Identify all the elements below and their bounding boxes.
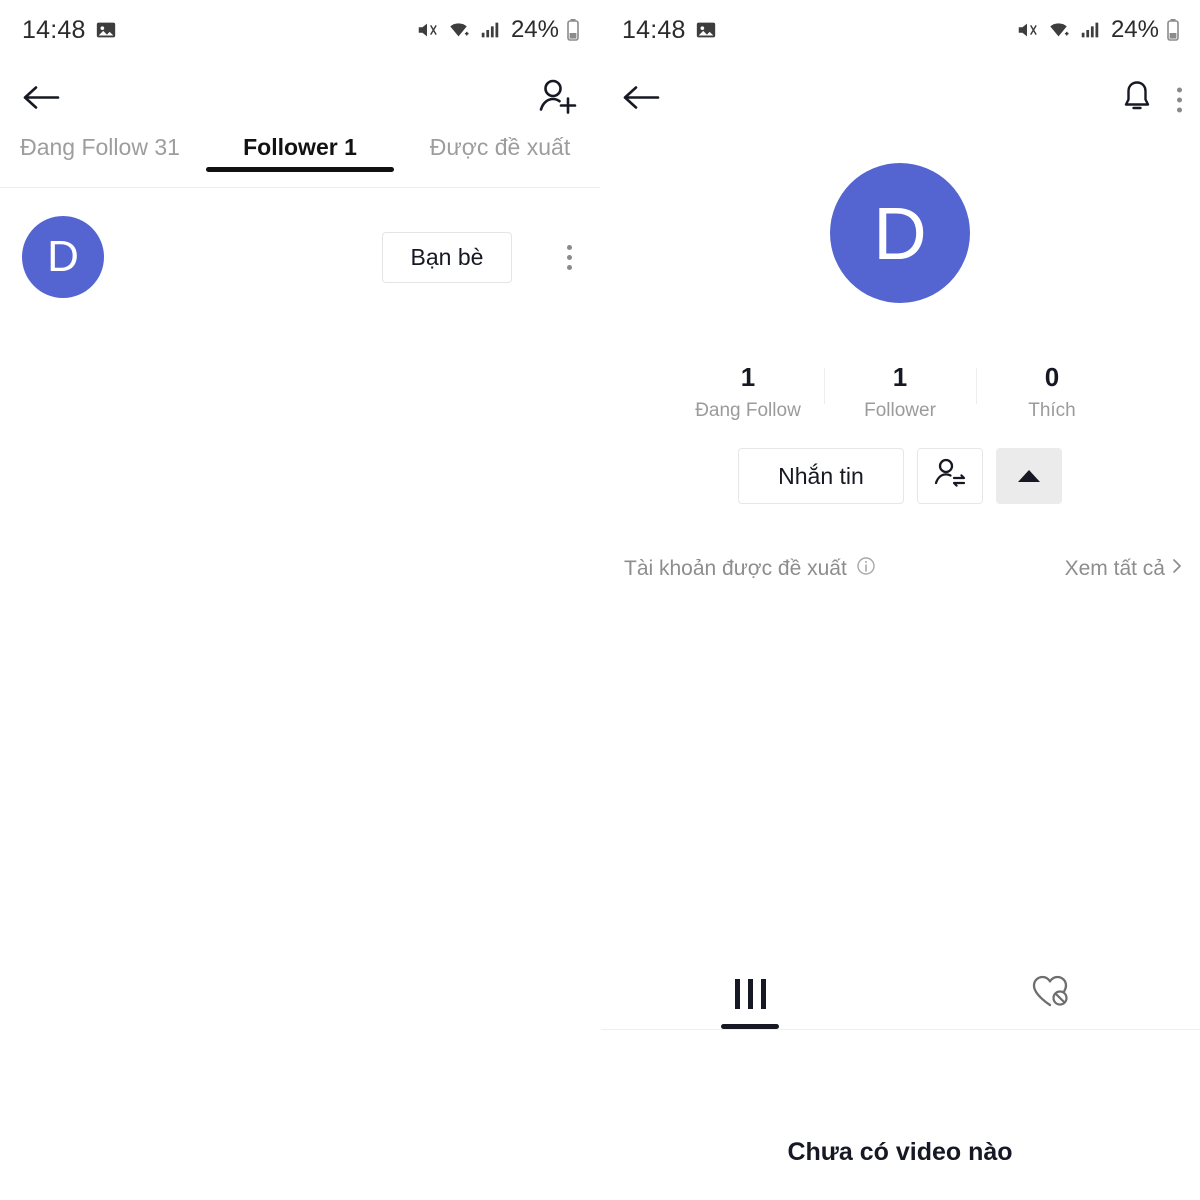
tab-duoc-de-xuat-label: Được đề xuất — [429, 134, 571, 160]
suggested-accounts-header: Tài khoản được đề xuất Xem tất cả — [600, 552, 1200, 586]
status-bar-right: 14:48 24% — [600, 0, 1200, 60]
back-button[interactable] — [620, 82, 662, 119]
back-button[interactable] — [20, 82, 62, 119]
follower-list-item[interactable]: D Bạn bè — [0, 212, 600, 302]
profile-action-buttons: Nhắn tin — [738, 448, 1062, 504]
tab-follower[interactable]: Follower 1 — [200, 130, 400, 172]
see-all-link[interactable]: Xem tất cả — [1065, 557, 1184, 581]
tab-follower-label: Follower 1 — [243, 134, 357, 160]
left-nav-bar — [0, 60, 600, 140]
tab-liked[interactable] — [900, 958, 1200, 1029]
triangle-up-icon — [1018, 470, 1040, 482]
stat-dang-follow[interactable]: 1 Đang Follow — [672, 362, 824, 422]
person-swap-icon — [932, 457, 968, 496]
follow-back-button[interactable] — [917, 448, 983, 504]
profile-stats: 1 Đang Follow 1 Follower 0 Thích — [600, 362, 1200, 422]
wifi-icon — [1046, 19, 1071, 41]
wifi-icon — [446, 19, 471, 41]
left-nav-actions — [536, 77, 582, 124]
stat-follower[interactable]: 1 Follower — [824, 362, 976, 422]
status-bar-clock: 14:48 — [22, 15, 86, 44]
empty-state-message: Chưa có video nào — [787, 1138, 1013, 1166]
panel-divider — [600, 0, 601, 1200]
screenshot-stage: 14:48 24% Đang Follow 31 Follower 1 Được… — [0, 0, 1200, 1200]
signal-icon — [478, 19, 502, 41]
stat-thich-label: Thích — [1028, 400, 1076, 421]
mute-icon — [415, 19, 439, 41]
stat-dang-follow-label: Đang Follow — [695, 400, 801, 421]
profile-content-tabs — [600, 958, 1200, 1030]
avatar: D — [22, 216, 104, 298]
suggested-accounts-title: Tài khoản được đề xuất — [624, 557, 847, 580]
image-icon — [695, 19, 717, 41]
battery-icon — [1166, 18, 1180, 42]
add-person-icon[interactable] — [536, 77, 582, 124]
expand-button[interactable] — [996, 448, 1062, 504]
status-bar-clock-2: 14:48 — [622, 15, 686, 44]
grid-icon — [731, 978, 770, 1009]
stat-thich-value: 0 — [1044, 362, 1060, 392]
right-nav-actions — [1119, 78, 1182, 123]
heart-slash-icon — [1028, 971, 1072, 1016]
status-bar-left-group: 14:48 — [22, 16, 117, 45]
status-bar-right-group-2: 24% — [1015, 16, 1180, 44]
status-bar-left: 14:48 24% — [0, 0, 600, 60]
status-bar-right-group: 24% — [415, 16, 580, 44]
tab-active-underline — [206, 167, 394, 172]
chevron-right-icon — [1170, 557, 1184, 581]
bell-icon[interactable] — [1119, 78, 1155, 123]
image-icon — [95, 19, 117, 41]
status-bar-left-group-2: 14:48 — [622, 16, 717, 45]
mute-icon — [1015, 19, 1039, 41]
friend-status-button[interactable]: Bạn bè — [382, 231, 512, 283]
tab-duoc-de-xuat[interactable]: Được đề xuất — [400, 130, 600, 161]
content-tab-underline — [721, 1024, 779, 1029]
battery-percent-label-2: 24% — [1110, 16, 1159, 43]
kebab-menu-icon[interactable] — [567, 240, 572, 275]
battery-icon — [566, 18, 580, 42]
signal-icon — [1078, 19, 1102, 41]
stat-thich[interactable]: 0 Thích — [976, 362, 1128, 422]
battery-percent-label: 24% — [510, 16, 559, 43]
right-nav-bar — [600, 60, 1200, 140]
see-all-label: Xem tất cả — [1064, 557, 1165, 580]
suggested-accounts-title-group: Tài khoản được đề xuất — [624, 556, 876, 582]
info-icon[interactable] — [856, 556, 876, 582]
kebab-menu-icon[interactable] — [1177, 83, 1182, 118]
tab-dang-follow[interactable]: Đang Follow 31 — [0, 130, 200, 161]
stat-follower-value: 1 — [892, 362, 908, 392]
right-screen-profile: 14:48 24% D 1 Đang Follow 1 Follower 0 T… — [600, 0, 1200, 1200]
tab-videos[interactable] — [600, 958, 900, 1029]
follow-tabs: Đang Follow 31 Follower 1 Được đề xuất — [0, 130, 600, 188]
profile-avatar[interactable]: D — [830, 163, 970, 303]
left-screen-follower-list: 14:48 24% Đang Follow 31 Follower 1 Được… — [0, 0, 600, 1200]
message-button[interactable]: Nhắn tin — [738, 448, 904, 504]
stat-dang-follow-value: 1 — [740, 362, 756, 392]
tab-dang-follow-label: Đang Follow 31 — [20, 134, 180, 160]
stat-follower-label: Follower — [864, 400, 936, 421]
